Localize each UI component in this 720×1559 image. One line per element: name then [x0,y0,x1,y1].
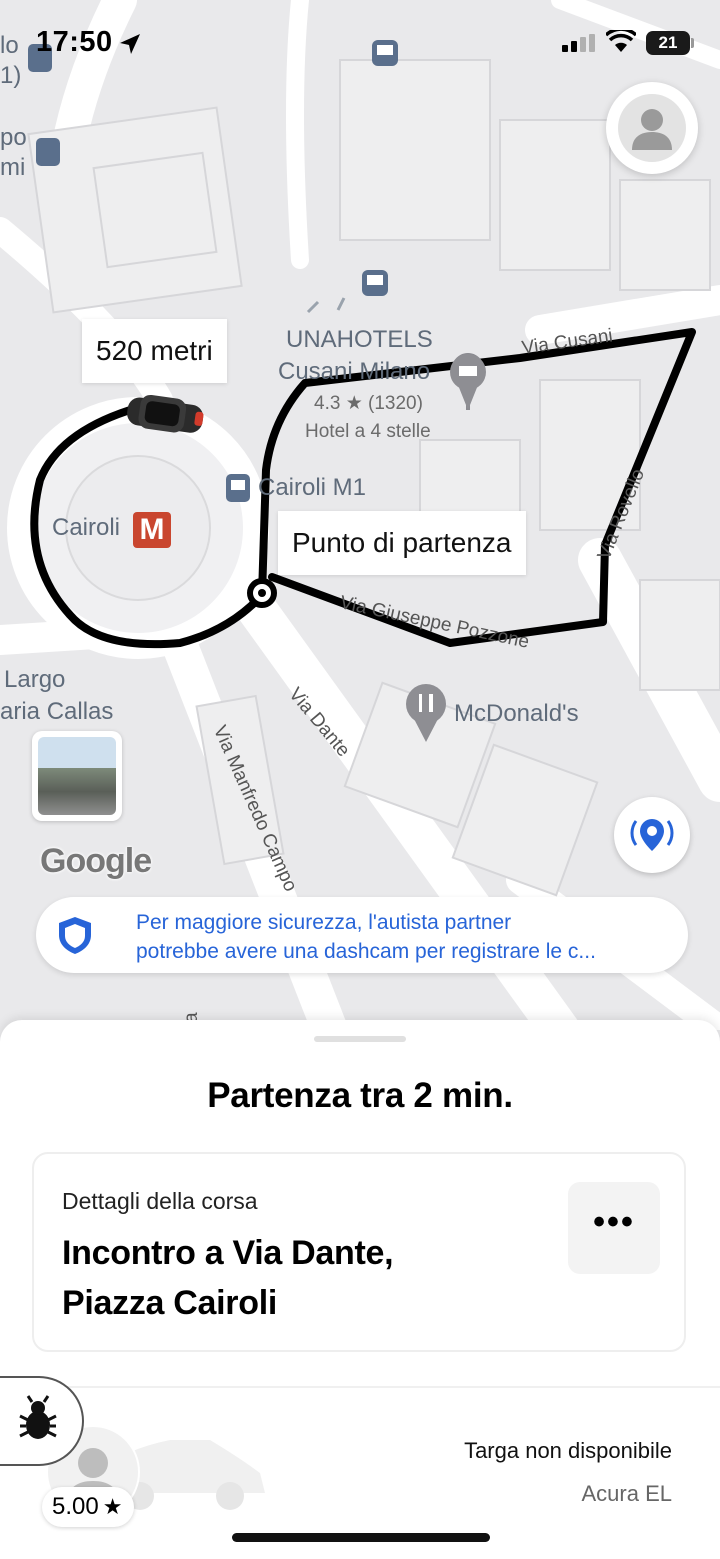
street-view-image [38,737,116,815]
battery-tip [691,38,694,48]
hotel-rating: 4.3 ★ (1320) [314,392,423,415]
safety-banner-line2: potrebbe avere una dashcam per registrar… [136,940,596,963]
hotel-name-line1[interactable]: UNAHOTELS [286,326,433,354]
profile-button[interactable] [606,82,698,174]
pickup-address-line1: Incontro a Via Dante, [62,1234,394,1272]
status-time: 17:50 [36,26,113,58]
trip-details-label: Dettagli della corsa [62,1188,258,1214]
person-icon [632,109,672,150]
pickup-address: Incontro a Via Dante, Piazza Cairoli [62,1228,522,1328]
driver-rating-value: 5.00 [52,1493,99,1520]
profile-avatar [618,94,686,162]
pickup-label[interactable]: Punto di partenza [278,511,526,575]
hotel-reviews: (1320) [368,393,423,414]
restaurant-label[interactable]: McDonald's [454,700,579,728]
signal-icon [562,34,595,52]
battery-indicator: 21 [646,31,690,55]
street-view-thumbnail[interactable] [32,731,122,821]
safety-banner[interactable]: Per maggiore sicurezza, l'autista partne… [36,897,688,973]
trip-details-card[interactable]: Dettagli della corsa Incontro a Via Dant… [32,1152,686,1352]
largo-label-line1: Largo [4,666,66,693]
location-pin-icon [630,819,674,851]
status-bar: 17:50 21 [0,0,720,90]
shield-icon [59,917,91,954]
debug-button[interactable] [0,1376,84,1466]
metro-station-label[interactable]: Cairoli [52,514,120,542]
home-indicator [232,1533,490,1542]
star-icon: ★ [345,393,363,414]
google-logo: Google [40,842,152,880]
car-model: Acura EL [581,1481,673,1506]
safety-banner-text: Per maggiore sicurezza, l'autista partne… [136,908,676,966]
sheet-grabber[interactable] [314,1036,406,1042]
metro-logo: M [139,513,165,546]
sheet-divider [0,1386,720,1388]
pickup-address-line2: Piazza Cairoli [62,1284,277,1322]
map-view[interactable]: 520 metri Punto di partenza Cairoli M Ca… [0,0,720,1030]
hotel-rating-value: 4.3 [314,393,341,414]
location-arrow-icon [120,34,140,54]
edge-label-4: mi [0,154,26,181]
star-icon: ★ [102,1494,123,1519]
tram-stop-label[interactable]: Cairoli M1 [258,474,366,502]
wifi-icon [606,30,636,52]
departure-heading: Partenza tra 2 min. [207,1076,513,1115]
edge-label-3: po [0,124,27,151]
license-plate: Targa non disponibile [464,1438,672,1463]
driver-rating-badge: 5.00 ★ [42,1487,135,1527]
more-options-button[interactable]: ••• [568,1182,660,1274]
largo-label-line2: aria Callas [0,698,114,725]
bug-icon [19,1395,57,1439]
hotel-category: Hotel a 4 stelle [305,421,431,442]
recenter-location-button[interactable] [614,797,690,873]
safety-banner-line1: Per maggiore sicurezza, l'autista partne… [136,911,512,934]
hotel-name-line2[interactable]: Cusani Milano [278,358,430,386]
distance-label: 520 metri [82,319,227,383]
